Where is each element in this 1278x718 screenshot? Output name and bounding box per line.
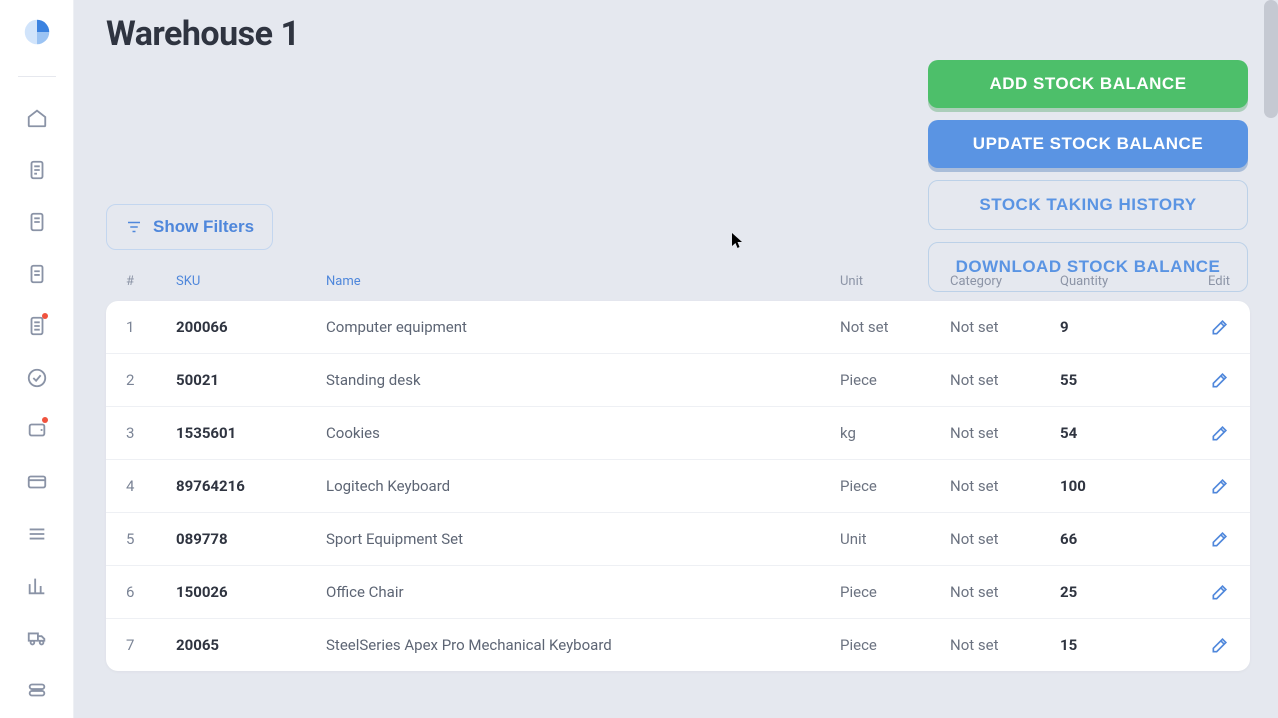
add-stock-balance-button[interactable]: ADD STOCK BALANCE bbox=[928, 60, 1248, 108]
nav-menu[interactable] bbox=[16, 513, 58, 555]
notification-dot bbox=[42, 313, 48, 319]
row-edit bbox=[1170, 582, 1230, 602]
row-index: 3 bbox=[126, 424, 176, 442]
show-filters-label: Show Filters bbox=[153, 217, 254, 237]
stock-table: # SKU Name Unit Category Quantity Edit 1… bbox=[106, 264, 1250, 671]
row-name: Sport Equipment Set bbox=[326, 530, 840, 548]
row-name: Cookies bbox=[326, 424, 840, 442]
stock-taking-history-button[interactable]: STOCK TAKING HISTORY bbox=[928, 180, 1248, 230]
nav-truck[interactable] bbox=[16, 617, 58, 659]
app-logo bbox=[23, 18, 51, 46]
row-unit: Piece bbox=[840, 583, 950, 601]
row-edit bbox=[1170, 476, 1230, 496]
row-name: Standing desk bbox=[326, 371, 840, 389]
show-filters-button[interactable]: Show Filters bbox=[106, 204, 273, 250]
row-edit bbox=[1170, 635, 1230, 655]
row-category: Not set bbox=[950, 477, 1060, 495]
row-quantity: 66 bbox=[1060, 530, 1170, 548]
divider bbox=[18, 76, 56, 77]
row-category: Not set bbox=[950, 583, 1060, 601]
row-category: Not set bbox=[950, 530, 1060, 548]
nav-card[interactable] bbox=[16, 461, 58, 503]
row-edit bbox=[1170, 529, 1230, 549]
row-sku: 150026 bbox=[176, 583, 326, 601]
update-stock-balance-button[interactable]: UPDATE STOCK BALANCE bbox=[928, 120, 1248, 168]
row-unit: Not set bbox=[840, 318, 950, 336]
row-category: Not set bbox=[950, 371, 1060, 389]
row-category: Not set bbox=[950, 636, 1060, 654]
row-name: Computer equipment bbox=[326, 318, 840, 336]
row-sku: 20065 bbox=[176, 636, 326, 654]
table-body: 1200066Computer equipmentNot setNot set9… bbox=[106, 301, 1250, 671]
edit-icon[interactable] bbox=[1210, 582, 1230, 602]
row-sku: 50021 bbox=[176, 371, 326, 389]
download-stock-balance-button[interactable]: DOWNLOAD STOCK BALANCE bbox=[928, 242, 1248, 292]
edit-icon[interactable] bbox=[1210, 476, 1230, 496]
row-name: Logitech Keyboard bbox=[326, 477, 840, 495]
page-title: Warehouse 1 bbox=[106, 14, 1250, 54]
row-index: 6 bbox=[126, 583, 176, 601]
edit-icon[interactable] bbox=[1210, 635, 1230, 655]
row-index: 4 bbox=[126, 477, 176, 495]
table-row[interactable]: 720065SteelSeries Apex Pro Mechanical Ke… bbox=[106, 619, 1250, 671]
row-unit: Piece bbox=[840, 636, 950, 654]
row-quantity: 9 bbox=[1060, 318, 1170, 336]
row-edit bbox=[1170, 370, 1230, 390]
table-row[interactable]: 1200066Computer equipmentNot setNot set9 bbox=[106, 301, 1250, 354]
col-name[interactable]: Name bbox=[326, 274, 840, 289]
col-idx: # bbox=[126, 274, 176, 289]
filter-icon bbox=[125, 218, 143, 236]
table-row[interactable]: 489764216Logitech KeyboardPieceNot set10… bbox=[106, 460, 1250, 513]
table-row[interactable]: 250021Standing deskPieceNot set55 bbox=[106, 354, 1250, 407]
row-index: 1 bbox=[126, 318, 176, 336]
row-sku: 089778 bbox=[176, 530, 326, 548]
col-sku[interactable]: SKU bbox=[176, 274, 326, 289]
nav-document2[interactable] bbox=[16, 253, 58, 295]
row-unit: Piece bbox=[840, 371, 950, 389]
row-edit bbox=[1170, 317, 1230, 337]
table-row[interactable]: 6150026Office ChairPieceNot set25 bbox=[106, 566, 1250, 619]
main-content: Warehouse 1 ADD STOCK BALANCE UPDATE STO… bbox=[74, 0, 1278, 718]
row-index: 7 bbox=[126, 636, 176, 654]
nav-list-badge[interactable] bbox=[16, 305, 58, 347]
row-category: Not set bbox=[950, 318, 1060, 336]
row-category: Not set bbox=[950, 424, 1060, 442]
row-unit: Piece bbox=[840, 477, 950, 495]
row-index: 2 bbox=[126, 371, 176, 389]
row-quantity: 55 bbox=[1060, 371, 1170, 389]
row-edit bbox=[1170, 423, 1230, 443]
row-quantity: 54 bbox=[1060, 424, 1170, 442]
nav-document[interactable] bbox=[16, 201, 58, 243]
row-sku: 1535601 bbox=[176, 424, 326, 442]
nav-wallet[interactable] bbox=[16, 409, 58, 451]
nav-home[interactable] bbox=[16, 97, 58, 139]
edit-icon[interactable] bbox=[1210, 423, 1230, 443]
edit-icon[interactable] bbox=[1210, 370, 1230, 390]
scrollbar-thumb[interactable] bbox=[1264, 0, 1278, 118]
row-name: Office Chair bbox=[326, 583, 840, 601]
row-index: 5 bbox=[126, 530, 176, 548]
table-row[interactable]: 5089778Sport Equipment SetUnitNot set66 bbox=[106, 513, 1250, 566]
row-quantity: 15 bbox=[1060, 636, 1170, 654]
row-unit: kg bbox=[840, 424, 950, 442]
table-row[interactable]: 31535601CookieskgNot set54 bbox=[106, 407, 1250, 460]
row-name: SteelSeries Apex Pro Mechanical Keyboard bbox=[326, 636, 840, 654]
row-sku: 200066 bbox=[176, 318, 326, 336]
sidebar bbox=[0, 0, 74, 718]
row-quantity: 100 bbox=[1060, 477, 1170, 495]
edit-icon[interactable] bbox=[1210, 317, 1230, 337]
edit-icon[interactable] bbox=[1210, 529, 1230, 549]
nav-check-circle[interactable] bbox=[16, 357, 58, 399]
row-unit: Unit bbox=[840, 530, 950, 548]
row-sku: 89764216 bbox=[176, 477, 326, 495]
notification-dot bbox=[42, 417, 48, 423]
row-quantity: 25 bbox=[1060, 583, 1170, 601]
nav-receipt[interactable] bbox=[16, 149, 58, 191]
nav-toggle[interactable] bbox=[16, 669, 58, 711]
nav-chart[interactable] bbox=[16, 565, 58, 607]
action-buttons: ADD STOCK BALANCE UPDATE STOCK BALANCE S… bbox=[928, 60, 1248, 292]
